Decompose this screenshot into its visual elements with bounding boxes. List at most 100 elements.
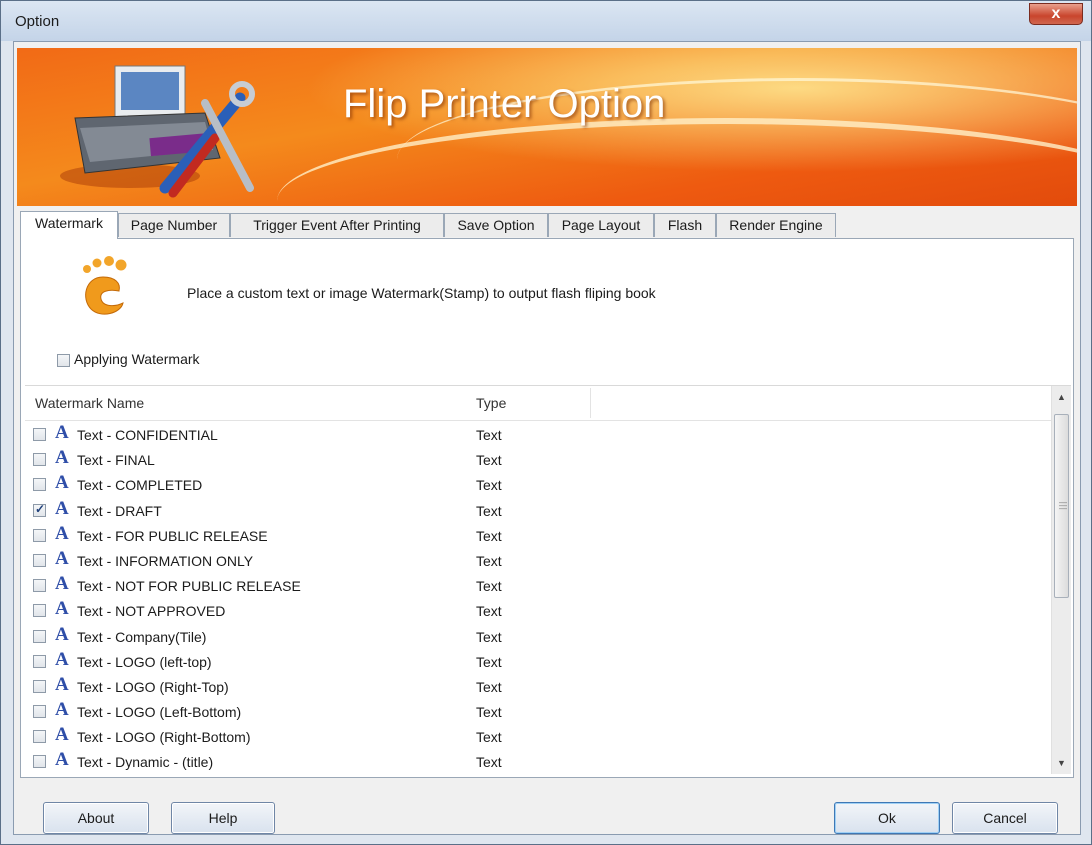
- watermark-name: Text - DRAFT: [77, 502, 162, 519]
- window-title: Option: [15, 13, 60, 30]
- text-type-icon: A: [55, 648, 69, 670]
- watermark-type: Text: [476, 527, 502, 544]
- text-type-icon: A: [55, 573, 69, 595]
- footprint-icon: [83, 256, 127, 315]
- text-type-icon: A: [55, 472, 69, 494]
- watermark-type: Text: [476, 729, 502, 746]
- row-checkbox[interactable]: [33, 528, 46, 542]
- watermark-type: Text: [476, 427, 502, 443]
- watermark-name: Text - NOT APPROVED: [77, 603, 226, 620]
- list-item[interactable]: A Text - COMPLETED Text: [25, 472, 1051, 497]
- watermark-type: Text: [476, 452, 502, 469]
- list-item[interactable]: A Text - NOT FOR PUBLIC RELEASE Text: [25, 573, 1051, 598]
- list-header: Watermark Name Type: [25, 386, 1051, 421]
- watermark-name: Text - LOGO (Right-Bottom): [77, 729, 251, 746]
- text-type-icon: A: [55, 724, 69, 746]
- row-checkbox[interactable]: [33, 502, 46, 517]
- text-type-icon: A: [55, 673, 69, 695]
- list-item[interactable]: A Text - FINAL Text: [25, 447, 1051, 472]
- help-button[interactable]: Help: [171, 802, 275, 834]
- list-item[interactable]: A Text - LOGO (Right-Bottom) Text: [25, 724, 1051, 749]
- close-icon: x: [1051, 5, 1061, 22]
- tab-watermark[interactable]: Watermark: [20, 211, 118, 239]
- list-item[interactable]: A Text - LOGO (Right-Top) Text: [25, 674, 1051, 699]
- row-checkbox[interactable]: [33, 453, 46, 467]
- watermark-type: Text: [476, 502, 502, 519]
- watermark-name: Text - CONFIDENTIAL: [77, 427, 218, 443]
- option-dialog: Option x Flip Printer Option Watermark P…: [0, 0, 1092, 845]
- apply-watermark-checkbox[interactable]: Applying Watermark: [57, 351, 200, 367]
- tab-render-engine[interactable]: Render Engine: [716, 213, 836, 237]
- watermark-type: Text: [476, 678, 502, 695]
- banner-title: Flip Printer Option: [343, 82, 666, 126]
- list-rows: A Text - CONFIDENTIAL Text A Text - FINAL Tex…: [25, 422, 1051, 774]
- row-checkbox[interactable]: [33, 679, 46, 693]
- vertical-scrollbar[interactable]: ▲ — — — ▼: [1051, 386, 1071, 774]
- list-item[interactable]: A Text - LOGO (left-top) Text: [25, 649, 1051, 674]
- watermark-name: Text - LOGO (Left-Bottom): [77, 704, 242, 721]
- tab-page-number[interactable]: Page Number: [118, 213, 230, 237]
- grip-icon: — — —: [1059, 498, 1067, 513]
- watermark-name: Text - FOR PUBLIC RELEASE: [77, 527, 268, 544]
- watermark-type: Text: [476, 477, 502, 494]
- row-checkbox[interactable]: [33, 705, 46, 719]
- watermark-name: Text - Company(Tile): [77, 628, 207, 645]
- watermark-name: Text - Dynamic - (title): [77, 754, 214, 771]
- list-item[interactable]: A Text - NOT APPROVED Text: [25, 598, 1051, 623]
- text-type-icon: A: [55, 623, 69, 645]
- watermark-name: Text - NOT FOR PUBLIC RELEASE: [77, 578, 301, 595]
- text-type-icon: A: [55, 547, 69, 569]
- watermark-name: Text - LOGO (Right-Top): [77, 678, 229, 695]
- tab-save-option[interactable]: Save Option: [444, 213, 548, 237]
- list-item[interactable]: A Text - Company(Tile) Text: [25, 624, 1051, 649]
- title-bar[interactable]: Option x: [1, 1, 1091, 41]
- list-item[interactable]: A Text - FOR PUBLIC RELEASE Text: [25, 523, 1051, 548]
- scrollbar-thumb[interactable]: — — —: [1054, 414, 1069, 598]
- scroll-up-icon[interactable]: ▲: [1052, 388, 1071, 406]
- printer-tools-icon: [60, 65, 255, 198]
- column-header-name[interactable]: Watermark Name: [35, 395, 144, 411]
- banner: Flip Printer Option: [17, 48, 1077, 206]
- watermark-list[interactable]: Watermark Name Type A Text - CONFIDENTIAL…: [25, 385, 1071, 774]
- close-button[interactable]: x: [1029, 3, 1083, 25]
- list-item[interactable]: A Text - Dynamic - (title) Text: [25, 749, 1051, 774]
- watermark-name: Text - FINAL: [77, 452, 155, 469]
- apply-watermark-label: Applying Watermark: [74, 351, 200, 367]
- row-checkbox[interactable]: [33, 629, 46, 643]
- apply-watermark-box[interactable]: [57, 353, 70, 367]
- text-type-icon: A: [55, 699, 69, 721]
- list-item[interactable]: A Text - LOGO (Left-Bottom) Text: [25, 699, 1051, 724]
- tab-flash[interactable]: Flash: [654, 213, 716, 237]
- row-checkbox[interactable]: [33, 730, 46, 744]
- about-button[interactable]: About: [43, 802, 149, 834]
- list-item[interactable]: A Text - DRAFT Text: [25, 498, 1051, 523]
- row-checkbox[interactable]: [33, 654, 46, 668]
- text-type-icon: A: [55, 522, 69, 544]
- text-type-icon: A: [55, 749, 69, 771]
- row-checkbox[interactable]: [33, 579, 46, 593]
- text-type-icon: A: [55, 447, 69, 469]
- watermark-type: Text: [476, 653, 502, 670]
- watermark-type: Text: [476, 704, 502, 721]
- row-checkbox[interactable]: [33, 604, 46, 618]
- row-checkbox[interactable]: [33, 755, 46, 769]
- list-item[interactable]: A Text - CONFIDENTIAL Text: [25, 422, 1051, 447]
- column-separator[interactable]: [590, 388, 591, 418]
- list-item[interactable]: A Text - INFORMATION ONLY Text: [25, 548, 1051, 573]
- watermark-type: Text: [476, 754, 502, 771]
- scroll-down-icon[interactable]: ▼: [1052, 754, 1071, 772]
- watermark-description: Place a custom text or image Watermark(S…: [187, 285, 656, 301]
- cancel-button[interactable]: Cancel: [952, 802, 1058, 834]
- row-checkbox[interactable]: [33, 478, 46, 492]
- ok-button[interactable]: Ok: [834, 802, 940, 834]
- row-checkbox[interactable]: [33, 428, 46, 441]
- watermark-name: Text - LOGO (left-top): [77, 653, 212, 670]
- watermark-type: Text: [476, 552, 502, 569]
- watermark-type: Text: [476, 578, 502, 595]
- text-type-icon: A: [55, 422, 69, 443]
- tab-trigger-event[interactable]: Trigger Event After Printing: [230, 213, 444, 237]
- column-header-type[interactable]: Type: [476, 395, 506, 411]
- watermark-type: Text: [476, 603, 502, 620]
- tab-page-layout[interactable]: Page Layout: [548, 213, 654, 237]
- row-checkbox[interactable]: [33, 553, 46, 567]
